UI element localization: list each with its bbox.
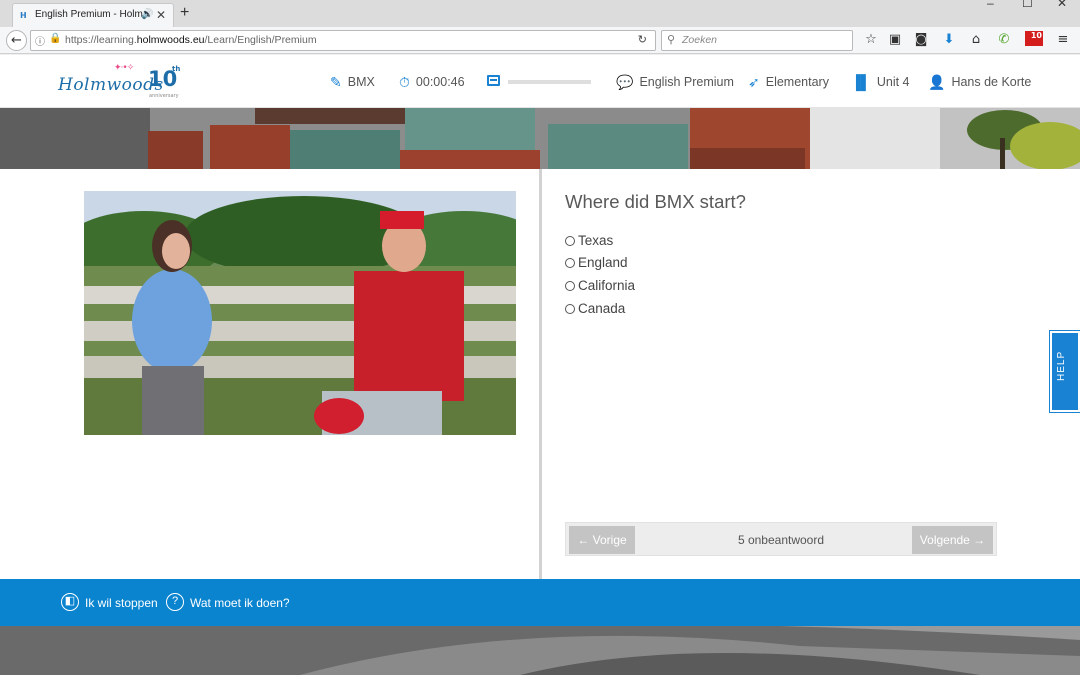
lock-icon[interactable]: 🔒: [49, 33, 61, 44]
question-pager: ← Vorige 5 onbeantwoord Volgende →: [565, 522, 997, 556]
browser-tab[interactable]: ʜ English Premium - Holm 🔊 ✕: [12, 3, 174, 27]
search-icon: ⚲: [667, 33, 676, 46]
video-player[interactable]: [84, 191, 516, 435]
browser-tab-bar: ʜ English Premium - Holm 🔊 ✕ + ˇ – ☐ ✕: [0, 0, 1080, 27]
progress-icon: [487, 75, 500, 86]
unit-link[interactable]: ▐▌ Unit 4: [851, 72, 910, 92]
lesson-name: BMX: [347, 75, 375, 89]
level-link[interactable]: ➶ Elementary: [748, 72, 829, 92]
addon-badge-count: 10: [1030, 31, 1042, 40]
banner-illustration: [0, 108, 1080, 169]
back-arrow-icon[interactable]: ←: [6, 30, 27, 51]
user-menu[interactable]: 👤 Hans de Korte: [928, 72, 1031, 92]
question-mark-icon: ?: [166, 593, 184, 611]
stop-button[interactable]: ◧ Ik wil stoppen: [61, 593, 158, 613]
star-icon[interactable]: ☆: [863, 32, 879, 48]
question-text: Where did BMX start?: [565, 191, 746, 212]
site-favicon-icon: ʜ: [20, 9, 27, 21]
course-link[interactable]: 💬 English Premium: [616, 72, 734, 92]
background-image: [0, 626, 1080, 675]
stop-label: Ik wil stoppen: [85, 596, 158, 610]
radio-button[interactable]: [565, 258, 575, 268]
answer-label: Texas: [578, 233, 614, 248]
help-instructions-button[interactable]: ? Wat moet ik doen?: [166, 593, 290, 613]
stopwatch-icon: ⏱: [399, 74, 410, 90]
url-domain: holmwoods.eu: [136, 34, 205, 46]
rocket-icon: ➶: [748, 74, 760, 90]
tab-title: English Premium - Holm: [35, 9, 143, 20]
maximize-icon[interactable]: ☐: [1022, 0, 1033, 10]
logo-suffix: th: [172, 65, 181, 73]
radio-button[interactable]: [565, 281, 575, 291]
menu-icon[interactable]: ≡: [1055, 32, 1071, 48]
help-label: HELP: [1056, 350, 1067, 381]
video-frame-image: [84, 191, 516, 435]
radio-button[interactable]: [565, 304, 575, 314]
answer-label: Canada: [578, 301, 626, 316]
column-divider: [539, 169, 542, 579]
answer-option[interactable]: England: [565, 254, 628, 272]
url-path: /Learn/English/Premium: [204, 34, 317, 46]
new-tab-icon[interactable]: +: [180, 4, 189, 22]
exit-icon: ◧: [61, 593, 79, 611]
pencil-icon: ✎: [330, 74, 342, 90]
user-icon: 👤: [928, 74, 946, 90]
search-input[interactable]: ⚲ Zoeken: [661, 30, 853, 51]
timer-value: 00:00:46: [415, 75, 465, 89]
answer-label: England: [578, 255, 628, 270]
user-name: Hans de Korte: [951, 75, 1032, 89]
speaker-icon[interactable]: 🔊: [141, 4, 153, 26]
header-banner-image: [0, 108, 1080, 169]
answer-option[interactable]: California: [565, 277, 635, 295]
reload-icon[interactable]: ↻: [638, 33, 647, 46]
timer: ⏱ 00:00:46: [399, 72, 465, 92]
radio-button[interactable]: [565, 236, 575, 246]
home-icon[interactable]: ⌂: [968, 32, 984, 48]
help-button[interactable]: HELP: [1049, 330, 1080, 413]
course-name: English Premium: [639, 75, 734, 89]
logo-confetti-icon: ✦·•✧: [114, 63, 134, 73]
background-illustration: [0, 626, 1080, 675]
close-tab-icon[interactable]: ✕: [156, 4, 166, 26]
books-icon: ▐▌: [851, 74, 871, 90]
level-name: Elementary: [765, 75, 829, 89]
logo-tagline: anniversary: [149, 93, 179, 99]
answer-option[interactable]: Canada: [565, 300, 625, 318]
address-bar[interactable]: ⓘ 🔒 https://learning.holmwoods.eu/Learn/…: [30, 30, 656, 51]
previous-button[interactable]: ← Vorige: [569, 526, 635, 554]
lesson-indicator[interactable]: ✎ BMX: [330, 72, 375, 92]
next-button[interactable]: Volgende →: [912, 526, 993, 554]
exercise-card: Where did BMX start? Texas England Calif…: [0, 169, 1080, 579]
holmwoods-logo[interactable]: ✦·•✧ Holmwoods 10 th anniversary: [58, 63, 188, 103]
collapse-icon[interactable]: ˇ: [938, 0, 942, 10]
site-header: ✦·•✧ Holmwoods 10 th anniversary ✎ BMX ⏱ 0…: [0, 55, 1080, 108]
answer-label: California: [578, 278, 636, 293]
search-placeholder: Zoeken: [682, 34, 718, 46]
reading-list-icon[interactable]: ▣: [887, 32, 903, 48]
progress-bar: [508, 80, 591, 84]
speech-bubbles-icon: 💬: [616, 74, 634, 90]
url-prefix: https://learning.: [65, 34, 137, 46]
minimize-icon[interactable]: –: [987, 0, 994, 10]
addon-badge-icon[interactable]: 10: [1025, 31, 1043, 46]
phone-icon[interactable]: ✆: [996, 32, 1012, 48]
instructions-label: Wat moet ik doen?: [190, 596, 290, 610]
pocket-icon[interactable]: ◙: [913, 32, 929, 48]
close-window-icon[interactable]: ✕: [1057, 0, 1067, 10]
answer-option[interactable]: Texas: [565, 232, 613, 250]
footer-bar: ◧ Ik wil stoppen ? Wat moet ik doen?: [0, 579, 1080, 626]
download-icon[interactable]: ⬇: [941, 32, 957, 48]
info-icon[interactable]: ⓘ: [35, 33, 45, 48]
url-text: https://learning.holmwoods.eu/Learn/Engl…: [65, 34, 317, 46]
unit-name: Unit 4: [876, 75, 910, 89]
